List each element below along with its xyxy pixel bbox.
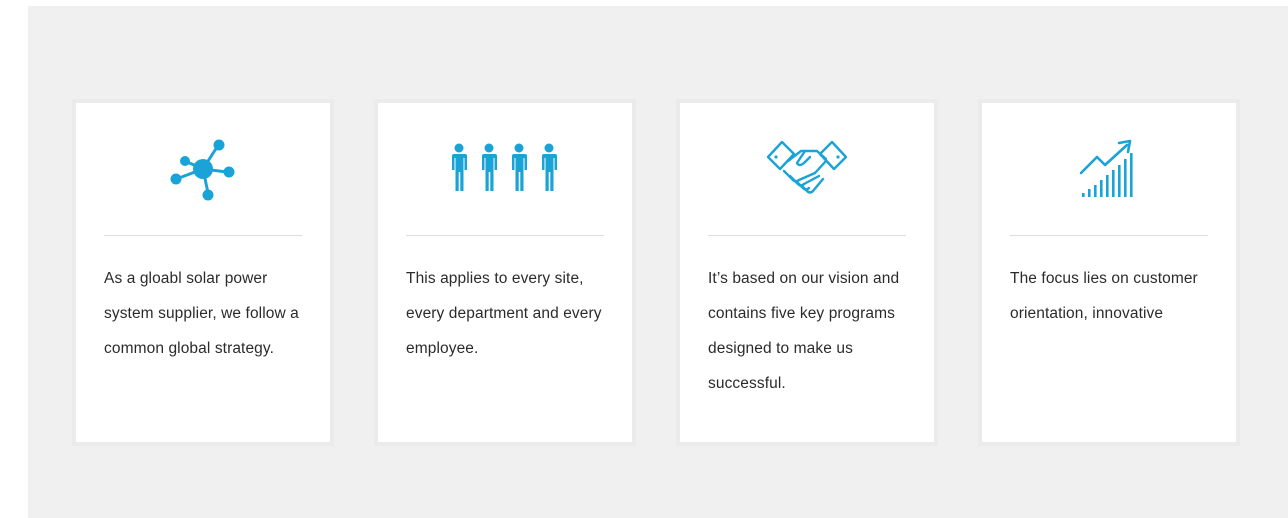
card-description: It’s based on our vision and contains fi…: [708, 270, 900, 392]
card-description: This applies to every site, every depart…: [406, 270, 602, 357]
growth-chart-icon: [1079, 139, 1133, 197]
strategy-card-employees: This applies to every site, every depart…: [374, 99, 636, 446]
handshake-icon: [766, 140, 848, 194]
card-description: The focus lies on customer orientation, …: [1010, 270, 1198, 322]
card-description: As a gloabl solar power system supplier,…: [104, 270, 299, 357]
strategy-card-focus: The focus lies on customer orientation, …: [978, 99, 1240, 446]
card-divider: [708, 235, 906, 236]
card-divider: [104, 235, 302, 236]
card-divider: [406, 235, 604, 236]
strategy-card-vision: It’s based on our vision and contains fi…: [676, 99, 938, 446]
network-icon: [170, 139, 235, 201]
card-divider: [1010, 235, 1208, 236]
strategy-section: As a gloabl solar power system supplier,…: [28, 6, 1288, 518]
strategy-card-global: As a gloabl solar power system supplier,…: [72, 99, 334, 446]
card-row: As a gloabl solar power system supplier,…: [72, 99, 1240, 446]
people-icon: [452, 143, 557, 191]
